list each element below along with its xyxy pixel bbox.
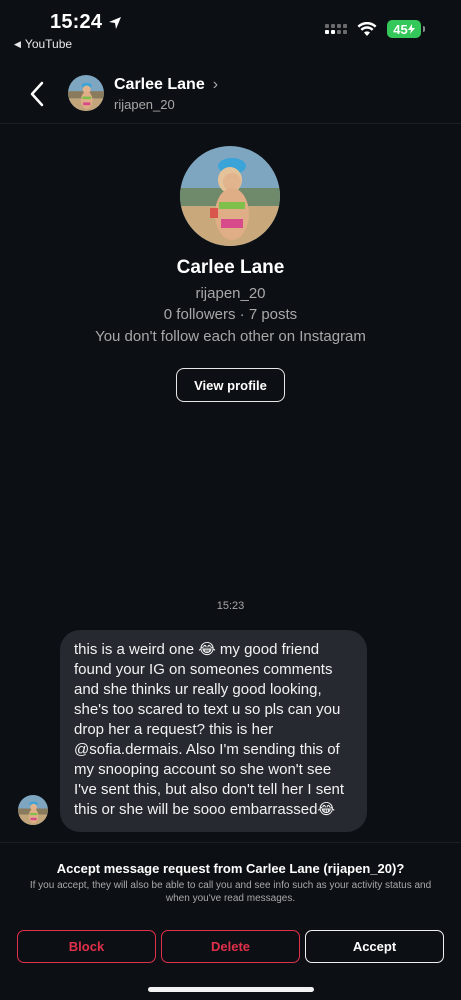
accept-button[interactable]: Accept bbox=[305, 930, 444, 963]
delete-button[interactable]: Delete bbox=[161, 930, 300, 963]
location-arrow-icon bbox=[109, 16, 122, 29]
status-bar: 15:24 ◀ YouTube 45 bbox=[0, 0, 461, 60]
back-to-app-button[interactable]: ◀ YouTube bbox=[14, 37, 72, 51]
battery-icon: 45 bbox=[387, 20, 425, 38]
home-indicator[interactable] bbox=[148, 987, 314, 992]
header-avatar[interactable] bbox=[68, 75, 104, 111]
chevron-right-icon: › bbox=[212, 76, 219, 93]
clock: 15:24 bbox=[50, 11, 103, 33]
profile-stats: 0 followers · 7 posts bbox=[163, 306, 298, 323]
header-username: rijapen_20 bbox=[114, 97, 175, 112]
view-profile-button[interactable]: View profile bbox=[176, 368, 285, 402]
request-title: Accept message request from Carlee Lane … bbox=[56, 861, 405, 876]
chat-header: Carlee Lane › rijapen_20 bbox=[0, 64, 461, 124]
signal-icon bbox=[325, 24, 347, 34]
message-timestamp: 15:23 bbox=[216, 600, 245, 612]
battery-level: 45 bbox=[393, 21, 408, 37]
status-indicators: 45 bbox=[325, 20, 425, 38]
profile-name: Carlee Lane bbox=[176, 257, 285, 278]
back-chevron-icon[interactable] bbox=[24, 78, 52, 110]
sender-avatar[interactable] bbox=[18, 795, 48, 825]
request-description: If you accept, they will also be able to… bbox=[29, 880, 432, 904]
wifi-icon bbox=[357, 21, 377, 36]
message-bubble[interactable]: this is a weird one 😂 my good friend fou… bbox=[60, 630, 367, 832]
header-name-text: Carlee Lane bbox=[114, 76, 205, 93]
profile-username: rijapen_20 bbox=[195, 285, 266, 302]
follow-status: You don't follow each other on Instagram bbox=[95, 328, 366, 345]
back-triangle-icon: ◀ bbox=[14, 38, 21, 49]
header-name[interactable]: Carlee Lane › bbox=[114, 76, 218, 94]
profile-avatar[interactable] bbox=[180, 146, 280, 246]
status-time: 15:24 bbox=[50, 11, 122, 34]
charging-bolt-icon bbox=[407, 24, 415, 34]
block-button[interactable]: Block bbox=[17, 930, 156, 963]
message-request-panel: Accept message request from Carlee Lane … bbox=[0, 842, 461, 1000]
back-app-label: YouTube bbox=[24, 37, 73, 51]
